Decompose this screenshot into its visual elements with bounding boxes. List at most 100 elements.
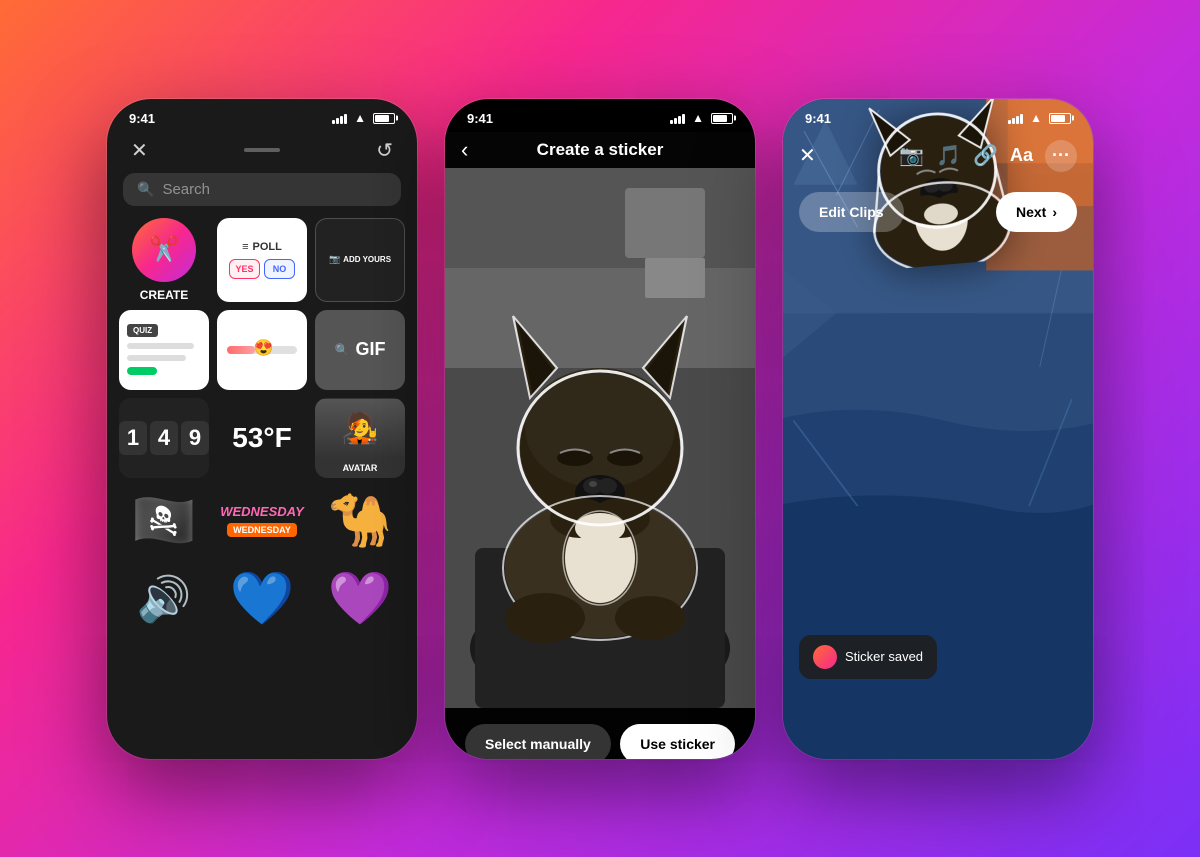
- select-manually-button[interactable]: Select manually: [465, 724, 611, 759]
- status-bar-1: 9:41 ▲: [107, 99, 417, 132]
- poll-title: ≡POLL: [242, 241, 282, 253]
- dog-photo-area: [445, 168, 755, 708]
- phone-3: 9:41 ▲: [783, 99, 1093, 759]
- slider-fill: [227, 346, 255, 354]
- wifi-icon-2: ▲: [692, 111, 704, 125]
- slider-track: 😍: [227, 346, 297, 354]
- music-icon[interactable]: 🎵: [936, 143, 961, 168]
- camera-icon[interactable]: 📷: [899, 143, 924, 168]
- poll-yes: YES: [229, 259, 260, 279]
- create-sticker[interactable]: ✂️ CREATE: [119, 218, 209, 302]
- phone3-screen: ✕ 📷 🎵 🔗 Aa ···: [783, 132, 1093, 248]
- signal-bar-3: [340, 116, 343, 124]
- phone1-screen: ✕ ↺ 🔍 Search ✂️ CREATE ≡POLL: [107, 132, 417, 634]
- status-icons-1: ▲: [332, 111, 395, 125]
- status-icons-3: ▲: [1008, 111, 1071, 125]
- more-options-button[interactable]: ···: [1045, 140, 1077, 172]
- search-placeholder: Search: [162, 181, 210, 198]
- slider-emoji: 😍: [254, 338, 274, 358]
- search-bar[interactable]: 🔍 Search: [123, 173, 401, 206]
- quiz-progress: [127, 367, 157, 375]
- wednesday-text-sticker[interactable]: WEDNESDAY WEDNESDAY: [217, 486, 307, 556]
- next-button[interactable]: Next ›: [996, 192, 1077, 232]
- signal-bars-3: [1008, 112, 1023, 124]
- quiz-line-2: [127, 355, 186, 361]
- back-button[interactable]: ‹: [461, 137, 468, 163]
- next-chevron-icon: ›: [1052, 204, 1057, 220]
- phone2-navbar: ‹ Create a sticker: [445, 132, 755, 168]
- wifi-icon-1: ▲: [354, 111, 366, 125]
- phones-container: 9:41 ▲ ✕ ↺ 🔍: [87, 79, 1113, 779]
- edit-clips-button[interactable]: Edit Clips: [799, 192, 904, 232]
- phone2-screen: ‹ Create a sticker: [445, 132, 755, 759]
- status-bar-2: 9:41 ▲: [445, 99, 755, 132]
- create-sticker-label: CREATE: [140, 288, 188, 302]
- gif-sticker[interactable]: 🔍 GIF: [315, 310, 405, 390]
- battery-icon-1: [373, 113, 395, 124]
- battery-fill-1: [375, 115, 389, 122]
- blue-heart-sticker[interactable]: 💙: [217, 564, 307, 634]
- sticker-saved-toast: Sticker saved: [799, 635, 937, 679]
- countdown-digit-3: 9: [181, 421, 209, 455]
- link-icon[interactable]: 🔗: [973, 143, 998, 168]
- undo-icon[interactable]: ↺: [376, 138, 393, 163]
- status-icons-2: ▲: [670, 111, 733, 125]
- avatar-sticker[interactable]: 🧑‍🎤 AVATAR: [315, 398, 405, 478]
- status-time-2: 9:41: [467, 111, 493, 126]
- story-toolbar: ✕ 📷 🎵 🔗 Aa ···: [783, 132, 1093, 180]
- countdown-digit-2: 4: [150, 421, 178, 455]
- poll-options: YES NO: [229, 259, 295, 279]
- battery-icon-3: [1049, 113, 1071, 124]
- sticker-saved-text: Sticker saved: [845, 649, 923, 664]
- next-label: Next: [1016, 204, 1046, 220]
- status-time-1: 9:41: [129, 111, 155, 126]
- text-icon[interactable]: Aa: [1010, 145, 1033, 166]
- purple-heart-sticker[interactable]: 💜: [315, 564, 405, 634]
- story-close-icon[interactable]: ✕: [799, 143, 816, 168]
- signal-bar-4: [344, 114, 347, 124]
- sticker-grid: ✂️ CREATE ≡POLL YES NO: [107, 218, 417, 634]
- temp-sticker[interactable]: 53°F: [217, 398, 307, 478]
- emoji-slider-sticker[interactable]: 😍: [217, 310, 307, 390]
- addyours-text: 📷 ADD YOURS: [329, 254, 391, 265]
- signal-bar-2: [336, 118, 339, 124]
- close-icon[interactable]: ✕: [131, 138, 148, 163]
- phone-2: 9:41 ▲ ‹ Create a sticker: [445, 99, 755, 759]
- use-sticker-button[interactable]: Use sticker: [620, 724, 735, 759]
- dog-svg: [445, 168, 755, 708]
- countdown-digit-1: 1: [119, 421, 147, 455]
- phone2-bottom-actions: Select manually Use sticker: [445, 708, 755, 759]
- status-bar-3: 9:41 ▲: [783, 99, 1093, 132]
- avatar-image: 🧑‍🎤: [315, 399, 405, 459]
- poll-content: ≡POLL YES NO: [229, 241, 295, 279]
- story-bottom-bar: Edit Clips Next ›: [783, 180, 1093, 248]
- countdown-sticker[interactable]: 1 4 9: [119, 398, 209, 478]
- toast-avatar-icon: [813, 645, 837, 669]
- phone1-toolbar: ✕ ↺: [107, 132, 417, 173]
- poll-sticker[interactable]: ≡POLL YES NO: [217, 218, 307, 302]
- quiz-title: QUIZ: [127, 324, 158, 337]
- handle-bar: [244, 148, 280, 152]
- gif-label: GIF: [355, 339, 385, 360]
- quiz-sticker[interactable]: QUIZ: [119, 310, 209, 390]
- signal-bars-1: [332, 112, 347, 124]
- wednesday-orange-label: WEDNESDAY: [227, 523, 297, 537]
- addyours-sticker[interactable]: 📷 ADD YOURS: [315, 218, 405, 302]
- avatar-label: AVATAR: [339, 459, 382, 477]
- signal-bars-2: [670, 112, 685, 124]
- create-sticker-icon: ✂️: [132, 218, 196, 282]
- status-time-3: 9:41: [805, 111, 831, 126]
- sound-on-sticker[interactable]: 🔊: [119, 564, 209, 634]
- phone2-title: Create a sticker: [537, 140, 664, 160]
- quiz-line: [127, 343, 194, 349]
- story-right-icons: 📷 🎵 🔗 Aa ···: [899, 140, 1077, 172]
- search-icon: 🔍: [137, 181, 154, 198]
- signal-bar-1: [332, 120, 335, 124]
- battery-icon-2: [711, 113, 733, 124]
- phone-1: 9:41 ▲ ✕ ↺ 🔍: [107, 99, 417, 759]
- temp-label: 53°F: [232, 422, 291, 454]
- wifi-icon-3: ▲: [1030, 111, 1042, 125]
- poll-no: NO: [264, 259, 295, 279]
- camel-sticker[interactable]: 🐪: [315, 486, 405, 556]
- pirate-hat-sticker[interactable]: 🏴‍☠️: [119, 486, 209, 556]
